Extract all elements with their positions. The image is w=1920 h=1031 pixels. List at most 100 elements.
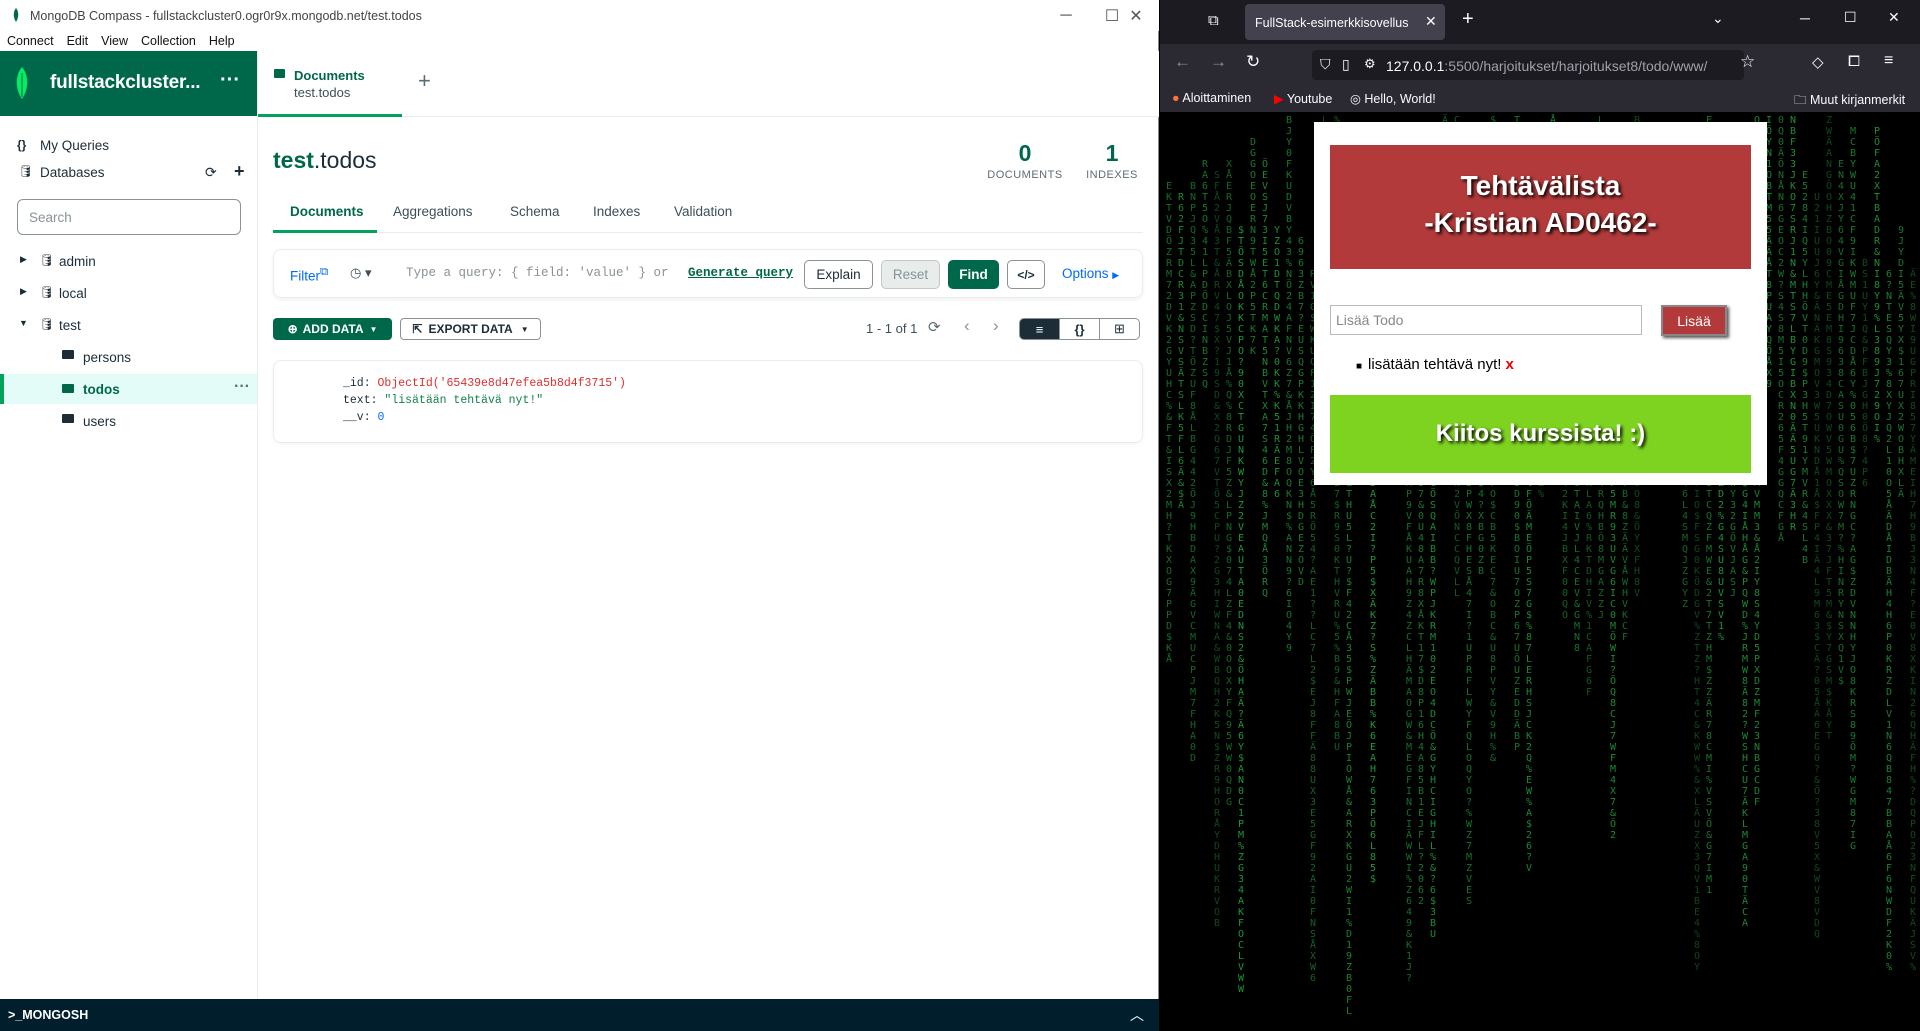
shield-icon[interactable]: ⛉ [1320, 56, 1331, 73]
delete-todo-button[interactable]: x [1505, 356, 1513, 373]
folder-icon [274, 69, 285, 78]
permissions-icon[interactable]: ⚙ [1364, 56, 1376, 72]
subtab-validation[interactable]: Validation [674, 204, 732, 219]
my-queries-item[interactable]: {} My Queries [0, 130, 257, 160]
subtab-indexes[interactable]: Indexes [593, 204, 640, 219]
mongosh-bar[interactable]: >_MONGOSH ︿ [0, 999, 1159, 1031]
json-view-icon[interactable]: {} [1059, 318, 1100, 340]
indexes-count: 1 [1105, 140, 1119, 166]
refresh-icon[interactable]: ⟳ [928, 318, 941, 336]
other-bookmarks[interactable]: 🗀 Muut kirjanmerkit [1794, 91, 1905, 112]
hamburger-menu-icon[interactable]: ≡ [1884, 52, 1893, 70]
code-view-button[interactable]: </> [1007, 260, 1045, 289]
add-todo-button[interactable]: Lisää [1661, 305, 1727, 336]
browser-tab[interactable]: FullStack-esimerkkisovellus ✕ [1245, 4, 1445, 40]
bookmark-youtube[interactable]: ▶ Youtube [1274, 91, 1332, 106]
external-link-icon: ⧉ [320, 266, 329, 278]
databases-item[interactable]: 🛢 Databases ⟳ + [0, 157, 257, 187]
find-button[interactable]: Find [948, 260, 999, 289]
next-page-icon[interactable]: › [993, 316, 999, 336]
caret-right-icon[interactable]: ▶ [20, 286, 27, 297]
matrix-column: Ä E% 8 W I 9 U G P R I 8 5 7 Y Ä M E I H 7 H 9 B J 3 N 4 F? E 0 V 8 X K I N 2… [1910, 267, 1917, 973]
bookmark-hello-world[interactable]: ◎ Hello, World! [1350, 91, 1436, 106]
cluster-menu-icon[interactable]: ··· [220, 69, 240, 92]
tab-overview-icon[interactable]: ⧉ [1208, 12, 1219, 29]
chevron-down-icon[interactable]: ⌄ [1712, 10, 1724, 27]
caret-right-icon[interactable]: ▶ [20, 254, 27, 265]
chevron-up-icon[interactable]: ︿ [1130, 1005, 1144, 1025]
document-card[interactable]: _id: ObjectId('65439e8d47efea5b8d4f3715'… [273, 360, 1143, 443]
field-value: "lisätään tehtävä nyt!" [384, 394, 544, 407]
todo-input[interactable]: Lisää Todo [1330, 305, 1642, 335]
more-icon[interactable]: ··· [234, 378, 250, 396]
list-view-icon[interactable]: ≡ [1019, 318, 1060, 340]
back-icon[interactable]: ← [1174, 52, 1191, 72]
tab-documents[interactable]: Documents test.todos [258, 51, 402, 117]
search-input[interactable]: Search [17, 199, 241, 235]
menu-connect[interactable]: Connect [7, 34, 54, 48]
maximize-button[interactable]: ☐ [1844, 9, 1857, 26]
matrix-column: E K T V D Ö Z R M 7 2 D V K 2 G Y U H C% & F T & I S X 2 M H? T K X O G 7 P P… [1166, 181, 1173, 665]
bookmark-label: Hello, World! [1364, 92, 1436, 106]
matrix-column: P Ö F A 2 X T B A D R & N I 8 Y 9% L 3 8 9 J 7 2 9 O I% [1874, 126, 1881, 445]
filter-link[interactable]: Filter⧉ [290, 266, 328, 284]
database-icon: 🛢 [39, 317, 55, 331]
options-toggle[interactable]: Options ▶ [1062, 266, 1119, 281]
add-database-icon[interactable]: + [234, 161, 245, 182]
menu-collection[interactable]: Collection [141, 34, 196, 48]
cluster-header[interactable]: fullstackcluster... ··· [0, 51, 257, 116]
active-indicator [0, 374, 4, 404]
minimize-button[interactable]: ─ [1800, 10, 1810, 26]
url-bar[interactable]: ⛉ ▯ ⚙ 127.0.0.1:5500/harjoitukset/harjoi… [1312, 50, 1744, 80]
subtab-aggregations[interactable]: Aggregations [393, 204, 473, 219]
subtab-documents[interactable]: Documents [290, 204, 364, 219]
table-view-icon[interactable]: ⊞ [1099, 318, 1140, 340]
db-item-admin[interactable]: ▶ 🛢 admin [0, 246, 257, 276]
refresh-icon[interactable]: ⟳ [205, 164, 217, 181]
caret-down-icon: ▼ [369, 324, 378, 334]
caret-down-icon[interactable]: ▼ [19, 318, 28, 328]
collection-item-todos[interactable]: todos ··· [0, 374, 257, 404]
collection-db-name: test [273, 147, 314, 173]
subtab-schema[interactable]: Schema [510, 204, 560, 219]
minimize-button[interactable]: ─ [1043, 0, 1089, 31]
previous-page-icon[interactable]: ‹ [964, 316, 970, 336]
field-v: __v: 0 [343, 411, 384, 424]
extensions-icon[interactable]: ⧠ [1848, 53, 1860, 70]
collection-item-users[interactable]: users [0, 406, 257, 436]
collection-item-persons[interactable]: persons [0, 342, 257, 372]
history-icon[interactable]: ◷ ▾ [350, 265, 371, 281]
mongodb-leaf-icon [16, 67, 28, 99]
url-host: 127.0.0.1 [1386, 58, 1445, 74]
field-value: 0 [377, 411, 385, 424]
new-tab-icon[interactable]: + [1462, 8, 1474, 31]
generate-query-link[interactable]: Generate query [688, 266, 793, 280]
db-item-local[interactable]: ▶ 🛢 local [0, 278, 257, 308]
folder-icon [62, 414, 74, 423]
query-bar: Filter⧉ ◷ ▾ Type a query: { field: 'valu… [273, 249, 1143, 298]
matrix-column: X Å E R J Q B F 5 Ä B X L O J 5 V J 1 Å% Q% 8 R D J F 5 Z & L P N G $0 7 4 L… [1226, 159, 1233, 808]
pocket-icon[interactable]: ◇ [1812, 53, 1824, 71]
indexes-label: INDEXES [1086, 169, 1138, 181]
explain-button[interactable]: Explain [804, 260, 873, 289]
add-tab-icon[interactable]: + [418, 68, 431, 94]
menu-view[interactable]: View [101, 34, 128, 48]
menu-edit[interactable]: Edit [67, 34, 89, 48]
close-button[interactable]: ✕ [1113, 0, 1159, 31]
title-bar: MongoDB Compass - fullstackcluster0.ogr0… [0, 0, 1159, 31]
reload-icon[interactable]: ↻ [1246, 52, 1260, 72]
database-icon: 🛢 [39, 285, 55, 299]
query-input[interactable]: Type a query: { field: 'value' } or [406, 266, 669, 280]
export-data-button[interactable]: ⇱ EXPORT DATA ▼ [400, 318, 541, 340]
folder-icon: 🗀 [1794, 93, 1807, 107]
close-tab-icon[interactable]: ✕ [1425, 13, 1437, 30]
forward-icon[interactable]: → [1210, 52, 1227, 72]
add-data-button[interactable]: ⊕ ADD DATA ▼ [273, 318, 392, 340]
menu-help[interactable]: Help [209, 34, 235, 48]
reset-button[interactable]: Reset [881, 260, 940, 289]
app-title-line2: -Kristian AD0462- [1424, 207, 1657, 238]
close-button[interactable]: ✕ [1888, 9, 1900, 26]
bookmark-star-icon[interactable]: ☆ [1740, 52, 1755, 72]
bookmark-aloittaminen[interactable]: ● Aloittaminen [1172, 91, 1251, 105]
db-item-test[interactable]: ▼ 🛢 test [0, 310, 257, 340]
